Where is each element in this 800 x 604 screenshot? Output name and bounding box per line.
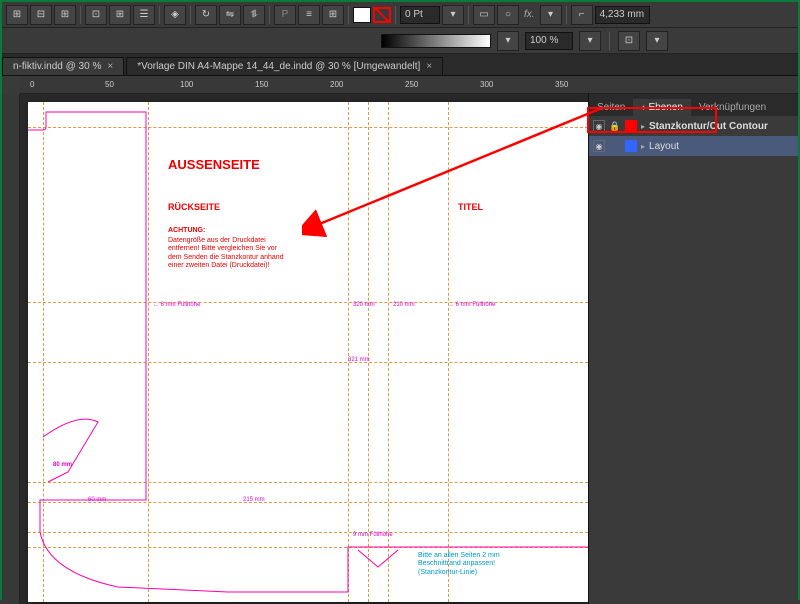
gradient-menu-icon[interactable]: ▾ [497, 31, 519, 51]
tool-distribute-icon[interactable]: ⊡ [85, 5, 107, 25]
ruler-tick: 350 [555, 80, 568, 89]
layer-color-swatch [625, 120, 637, 132]
meas-80: 80 mm [53, 462, 72, 468]
heading-titel: TITEL [458, 202, 483, 212]
tab-ebenen[interactable]: ♦Ebenen [633, 99, 691, 116]
tool-rotate-icon[interactable]: ↻ [195, 5, 217, 25]
tool-rows-icon[interactable]: ☰ [133, 5, 155, 25]
heading-rueckseite: RÜCKSEITE [168, 202, 220, 212]
ruler-tick: 250 [405, 80, 418, 89]
lock-icon[interactable]: 🔒 [609, 120, 621, 132]
visibility-icon[interactable]: ◉ [593, 140, 605, 152]
doc-tab-2[interactable]: *Vorlage DIN A4-Mappe 14_44_de.indd @ 30… [126, 57, 443, 75]
document-tabs: n-fiktiv.indd @ 30 % × *Vorlage DIN A4-M… [2, 54, 798, 76]
layer-row-stanzkontur[interactable]: ◉ 🔒 ▸ Stanzkontur/Cut Contour [589, 116, 798, 136]
heading-aussenseite: AUSSENSEITE [168, 157, 260, 172]
ruler-tick: 100 [180, 80, 193, 89]
close-icon[interactable]: × [426, 61, 432, 72]
tool-grid-icon[interactable]: ⊞ [109, 5, 131, 25]
ruler-tick: 50 [105, 80, 114, 89]
tool-align-center-icon[interactable]: ⊟ [30, 5, 52, 25]
meas-321: 321 mm [348, 357, 370, 363]
achtung-heading: ACHTUNG: [168, 227, 205, 235]
meas-215: 215 mm [243, 497, 265, 503]
meas-9mm: 9 mm Füllhöhe [353, 532, 393, 538]
secondary-toolbar: ▾ 100 % ▾ ⊡ ▾ [2, 28, 798, 54]
achtung-text: Datengröße aus der Druckdatei entfernen!… [168, 237, 288, 271]
fx-label: fx. [521, 9, 538, 20]
disclosure-triangle-icon[interactable]: ▸ [641, 122, 645, 131]
chevron-icon: ♦ [641, 103, 645, 112]
tab-verknuepfungen[interactable]: Verknüpfungen [691, 99, 774, 116]
label-fuell-left: ← 6 mm Füllhöhe [153, 302, 200, 308]
tool-paragraph-icon[interactable]: P [274, 5, 296, 25]
close-icon[interactable]: × [107, 61, 113, 72]
disclosure-triangle-icon[interactable]: ▸ [641, 142, 645, 151]
tool-flip-v-icon[interactable]: ⥮ [243, 5, 265, 25]
ruler-vertical[interactable] [2, 94, 20, 604]
layer-color-swatch [625, 140, 637, 152]
stroke-menu-icon[interactable]: ▾ [442, 5, 464, 25]
label-fuell-right: → 6 mm Füllhöhe [448, 302, 495, 308]
visibility-icon[interactable]: ◉ [593, 120, 605, 132]
ruler-tick: 0 [30, 80, 34, 89]
tool-wrap-icon[interactable]: ⊞ [322, 5, 344, 25]
document-page[interactable]: AUSSENSEITE RÜCKSEITE TITEL ACHTUNG: Dat… [28, 102, 588, 602]
meas-210: 210 mm [393, 302, 415, 308]
stroke-weight-field[interactable]: 0 Pt [400, 6, 440, 24]
effects-rect-icon[interactable]: ▭ [473, 5, 495, 25]
corner-icon[interactable]: ⌐ [571, 5, 593, 25]
ruler-tick: 200 [330, 80, 343, 89]
tool-align-left-icon[interactable]: ⊞ [6, 5, 28, 25]
meas-320: 320 mm [353, 302, 375, 308]
coord-field[interactable]: 4,233 mm [595, 6, 650, 24]
tab-ebenen-label: Ebenen [648, 102, 682, 113]
layer-name: Layout [649, 141, 679, 152]
opacity-field[interactable]: 100 % [525, 32, 573, 50]
object-apply-icon[interactable]: ⊡ [618, 31, 640, 51]
tool-align-right-icon[interactable]: ⊞ [54, 5, 76, 25]
doc-tab-1[interactable]: n-fiktiv.indd @ 30 % × [2, 57, 124, 75]
stroke-none-icon[interactable] [373, 7, 391, 23]
tool-flip-h-icon[interactable]: ⇋ [219, 5, 241, 25]
tab-seiten[interactable]: Seiten [589, 99, 633, 116]
lock-empty-icon[interactable] [609, 140, 621, 152]
fx-menu-icon[interactable]: ▾ [540, 5, 562, 25]
ruler-tick: 150 [255, 80, 268, 89]
ruler-horizontal[interactable]: 0 50 100 150 200 250 300 350 [20, 76, 798, 94]
doc-tab-2-label: *Vorlage DIN A4-Mappe 14_44_de.indd @ 30… [137, 61, 420, 72]
layer-name: Stanzkontur/Cut Contour [649, 121, 768, 132]
tool-text-icon[interactable]: ≡ [298, 5, 320, 25]
bottom-note: Bitte an allen Seiten 2 mm Beschnittrand… [418, 552, 528, 577]
panel-group: Seiten ♦Ebenen Verknüpfungen ◉ 🔒 ▸ Stanz… [588, 94, 798, 604]
opacity-menu-icon[interactable]: ▾ [579, 31, 601, 51]
workspace: AUSSENSEITE RÜCKSEITE TITEL ACHTUNG: Dat… [2, 94, 798, 604]
object-menu-icon[interactable]: ▾ [646, 31, 668, 51]
fill-swatch[interactable] [353, 7, 371, 23]
doc-tab-1-label: n-fiktiv.indd @ 30 % [13, 61, 101, 72]
main-toolbar: ⊞ ⊟ ⊞ ⊡ ⊞ ☰ ◈ ↻ ⇋ ⥮ P ≡ ⊞ 0 Pt ▾ ▭ ○ fx.… [2, 2, 798, 28]
meas-60: 60 mm [88, 497, 106, 503]
ruler-tick: 300 [480, 80, 493, 89]
effects-circ-icon[interactable]: ○ [497, 5, 519, 25]
tool-point-icon[interactable]: ◈ [164, 5, 186, 25]
panel-tabs: Seiten ♦Ebenen Verknüpfungen [589, 94, 798, 116]
layer-row-layout[interactable]: ◉ ▸ Layout [589, 136, 798, 156]
canvas[interactable]: AUSSENSEITE RÜCKSEITE TITEL ACHTUNG: Dat… [20, 94, 588, 604]
gradient-preview[interactable] [381, 34, 491, 48]
